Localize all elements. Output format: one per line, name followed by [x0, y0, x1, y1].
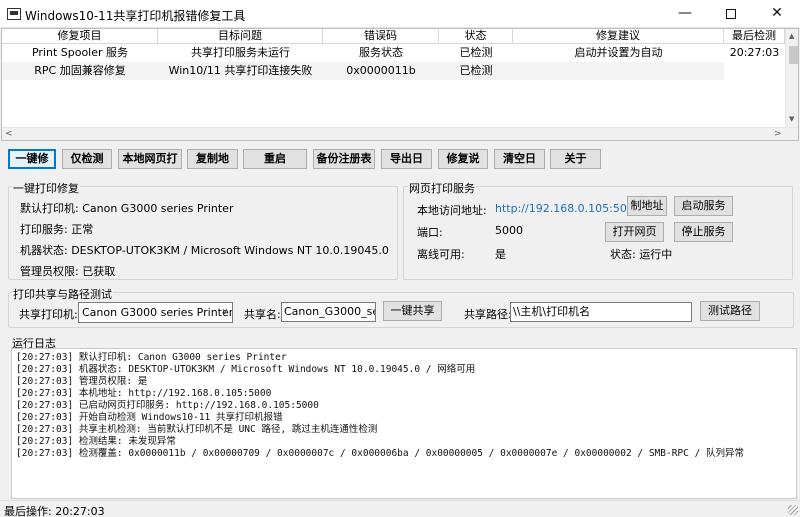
table-cell: 共享打印服务未运行: [191, 46, 290, 59]
port-value: 5000: [495, 224, 523, 237]
scroll-right-icon[interactable]: >: [774, 129, 782, 139]
table-cell: Win10/11 共享打印连接失败: [168, 64, 313, 77]
repair-group-title: 一键打印修复: [12, 180, 80, 196]
restart-button[interactable]: 重启: [243, 149, 307, 169]
chevron-down-icon: ∨: [221, 307, 228, 317]
share-group-title: 打印共享与路径测试: [12, 286, 113, 302]
clear-log-button[interactable]: 清空日: [494, 149, 545, 169]
machine-status-label: 机器状态: DESKTOP-UTOK3KM / Microsoft Window…: [20, 244, 389, 257]
offline-value: 是: [495, 248, 506, 261]
maximize-button[interactable]: [708, 0, 754, 28]
column-header-item[interactable]: 修复项目: [2, 29, 158, 44]
local-web-print-button[interactable]: 本地网页打: [118, 149, 182, 169]
local-address-link[interactable]: http://192.168.0.105:5000: [495, 202, 641, 215]
window-title: Windows10-11共享打印机报错修复工具: [25, 9, 246, 23]
printer-icon: [7, 8, 21, 20]
scroll-down-icon[interactable]: ▼: [789, 115, 794, 123]
share-printer-label: 共享打印机:: [19, 308, 78, 321]
one-click-repair-button[interactable]: 一键修: [8, 149, 56, 169]
maximize-icon: [726, 9, 736, 19]
log-line: [20:27:03] 开始自动检测 Windows10-11 共享打印机报错: [16, 412, 283, 423]
share-printer-selected: Canon G3000 series Printer: [82, 306, 233, 319]
table-row[interactable]: Print Spooler 服务 共享打印服务未运行 服务状态 已检测 启动并设…: [2, 44, 785, 62]
close-button[interactable]: ✕: [754, 0, 800, 28]
scroll-left-icon[interactable]: <: [5, 129, 13, 139]
log-line: [20:27:03] 默认打印机: Canon G3000 series Pri…: [16, 352, 287, 363]
share-name-label: 共享名:: [244, 308, 281, 321]
status-bar: 最后操作: 20:27:03: [0, 500, 800, 517]
table-cell: 启动并设置为自动: [574, 46, 663, 59]
column-header-error-code[interactable]: 错误码: [323, 29, 439, 44]
table-row[interactable]: RPC 加固兼容修复 Win10/11 共享打印连接失败 0x0000011b …: [2, 62, 724, 80]
about-button[interactable]: 关于: [550, 149, 601, 169]
repair-items-grid[interactable]: 修复项目 目标问题 错误码 状态 修复建议 最后检测 Print Spooler…: [1, 28, 799, 141]
service-status-text: 状态: 运行中: [610, 248, 673, 261]
grid-header: 修复项目 目标问题 错误码 状态 修复建议 最后检测: [2, 29, 798, 44]
table-cell: RPC 加固兼容修复: [34, 64, 126, 77]
start-service-button[interactable]: 启动服务: [674, 196, 733, 216]
repair-description-button[interactable]: 修复说: [438, 149, 488, 169]
stop-service-button[interactable]: 停止服务: [674, 222, 733, 242]
table-cell: 服务状态: [359, 46, 403, 59]
table-cell: Print Spooler 服务: [31, 46, 129, 59]
last-operation-text: 最后操作: 20:27:03: [4, 505, 105, 517]
default-printer-label: 默认打印机: Canon G3000 series Printer: [20, 202, 234, 215]
share-printer-select[interactable]: Canon G3000 series Printer ∨: [78, 302, 233, 323]
log-line: [20:27:03] 已启动网页打印服务: http://192.168.0.1…: [16, 400, 319, 411]
detect-only-button[interactable]: 仅检测: [62, 149, 112, 169]
offline-label: 离线可用:: [417, 248, 465, 261]
horizontal-scrollbar[interactable]: < >: [2, 127, 798, 140]
vertical-scrollbar[interactable]: ▲ ▼: [785, 29, 798, 127]
copy-address-button[interactable]: 复制地: [187, 149, 238, 169]
share-name-input[interactable]: Canon_G3000_series: [281, 302, 376, 322]
share-path-input[interactable]: \\主机\打印机名: [510, 302, 692, 322]
column-header-status[interactable]: 状态: [439, 29, 513, 44]
minimize-button[interactable]: —: [662, 0, 708, 28]
backup-registry-button[interactable]: 备份注册表: [313, 149, 375, 169]
log-line: [20:27:03] 共享主机检测: 当前默认打印机不是 UNC 路径, 跳过主…: [16, 424, 378, 435]
port-label: 端口:: [417, 226, 443, 239]
table-cell: 已检测: [459, 46, 493, 59]
table-cell: 20:27:03: [729, 46, 780, 59]
copy-web-address-button[interactable]: 制地址: [627, 196, 667, 216]
log-line: [20:27:03] 机器状态: DESKTOP-UTOK3KM / Micro…: [16, 364, 476, 375]
web-print-group: [403, 186, 793, 280]
title-bar: Windows10-11共享打印机报错修复工具 — ✕: [0, 0, 800, 28]
column-header-target[interactable]: 目标问题: [158, 29, 323, 44]
print-service-label: 打印服务: 正常: [20, 223, 94, 236]
resize-grip-icon[interactable]: [788, 505, 798, 515]
table-cell: 0x0000011b: [346, 64, 416, 77]
log-line: [20:27:03] 检测结果: 未发现异常: [16, 436, 176, 447]
admin-rights-label: 管理员权限: 已获取: [20, 265, 116, 278]
one-click-share-button[interactable]: 一键共享: [383, 301, 442, 321]
log-line: [20:27:03] 本机地址: http://192.168.0.105:50…: [16, 388, 272, 399]
open-web-button[interactable]: 打开网页: [605, 222, 664, 242]
table-cell: 已检测: [459, 64, 493, 77]
column-header-suggestion[interactable]: 修复建议: [513, 29, 724, 44]
share-path-label: 共享路径:: [464, 308, 512, 321]
column-header-last-check[interactable]: 最后检测: [724, 29, 785, 44]
export-log-button[interactable]: 导出日: [381, 149, 432, 169]
local-address-label: 本地访问地址:: [417, 204, 487, 217]
log-line: [20:27:03] 检测覆盖: 0x0000011b / 0x00000709…: [16, 448, 745, 459]
test-path-button[interactable]: 测试路径: [700, 301, 760, 321]
web-group-title: 网页打印服务: [408, 180, 476, 196]
log-line: [20:27:03] 管理员权限: 是: [16, 376, 148, 387]
scroll-up-icon[interactable]: ▲: [789, 32, 794, 40]
run-log-textbox[interactable]: [20:27:03] 默认打印机: Canon G3000 series Pri…: [11, 348, 797, 499]
scroll-thumb[interactable]: [789, 46, 798, 64]
